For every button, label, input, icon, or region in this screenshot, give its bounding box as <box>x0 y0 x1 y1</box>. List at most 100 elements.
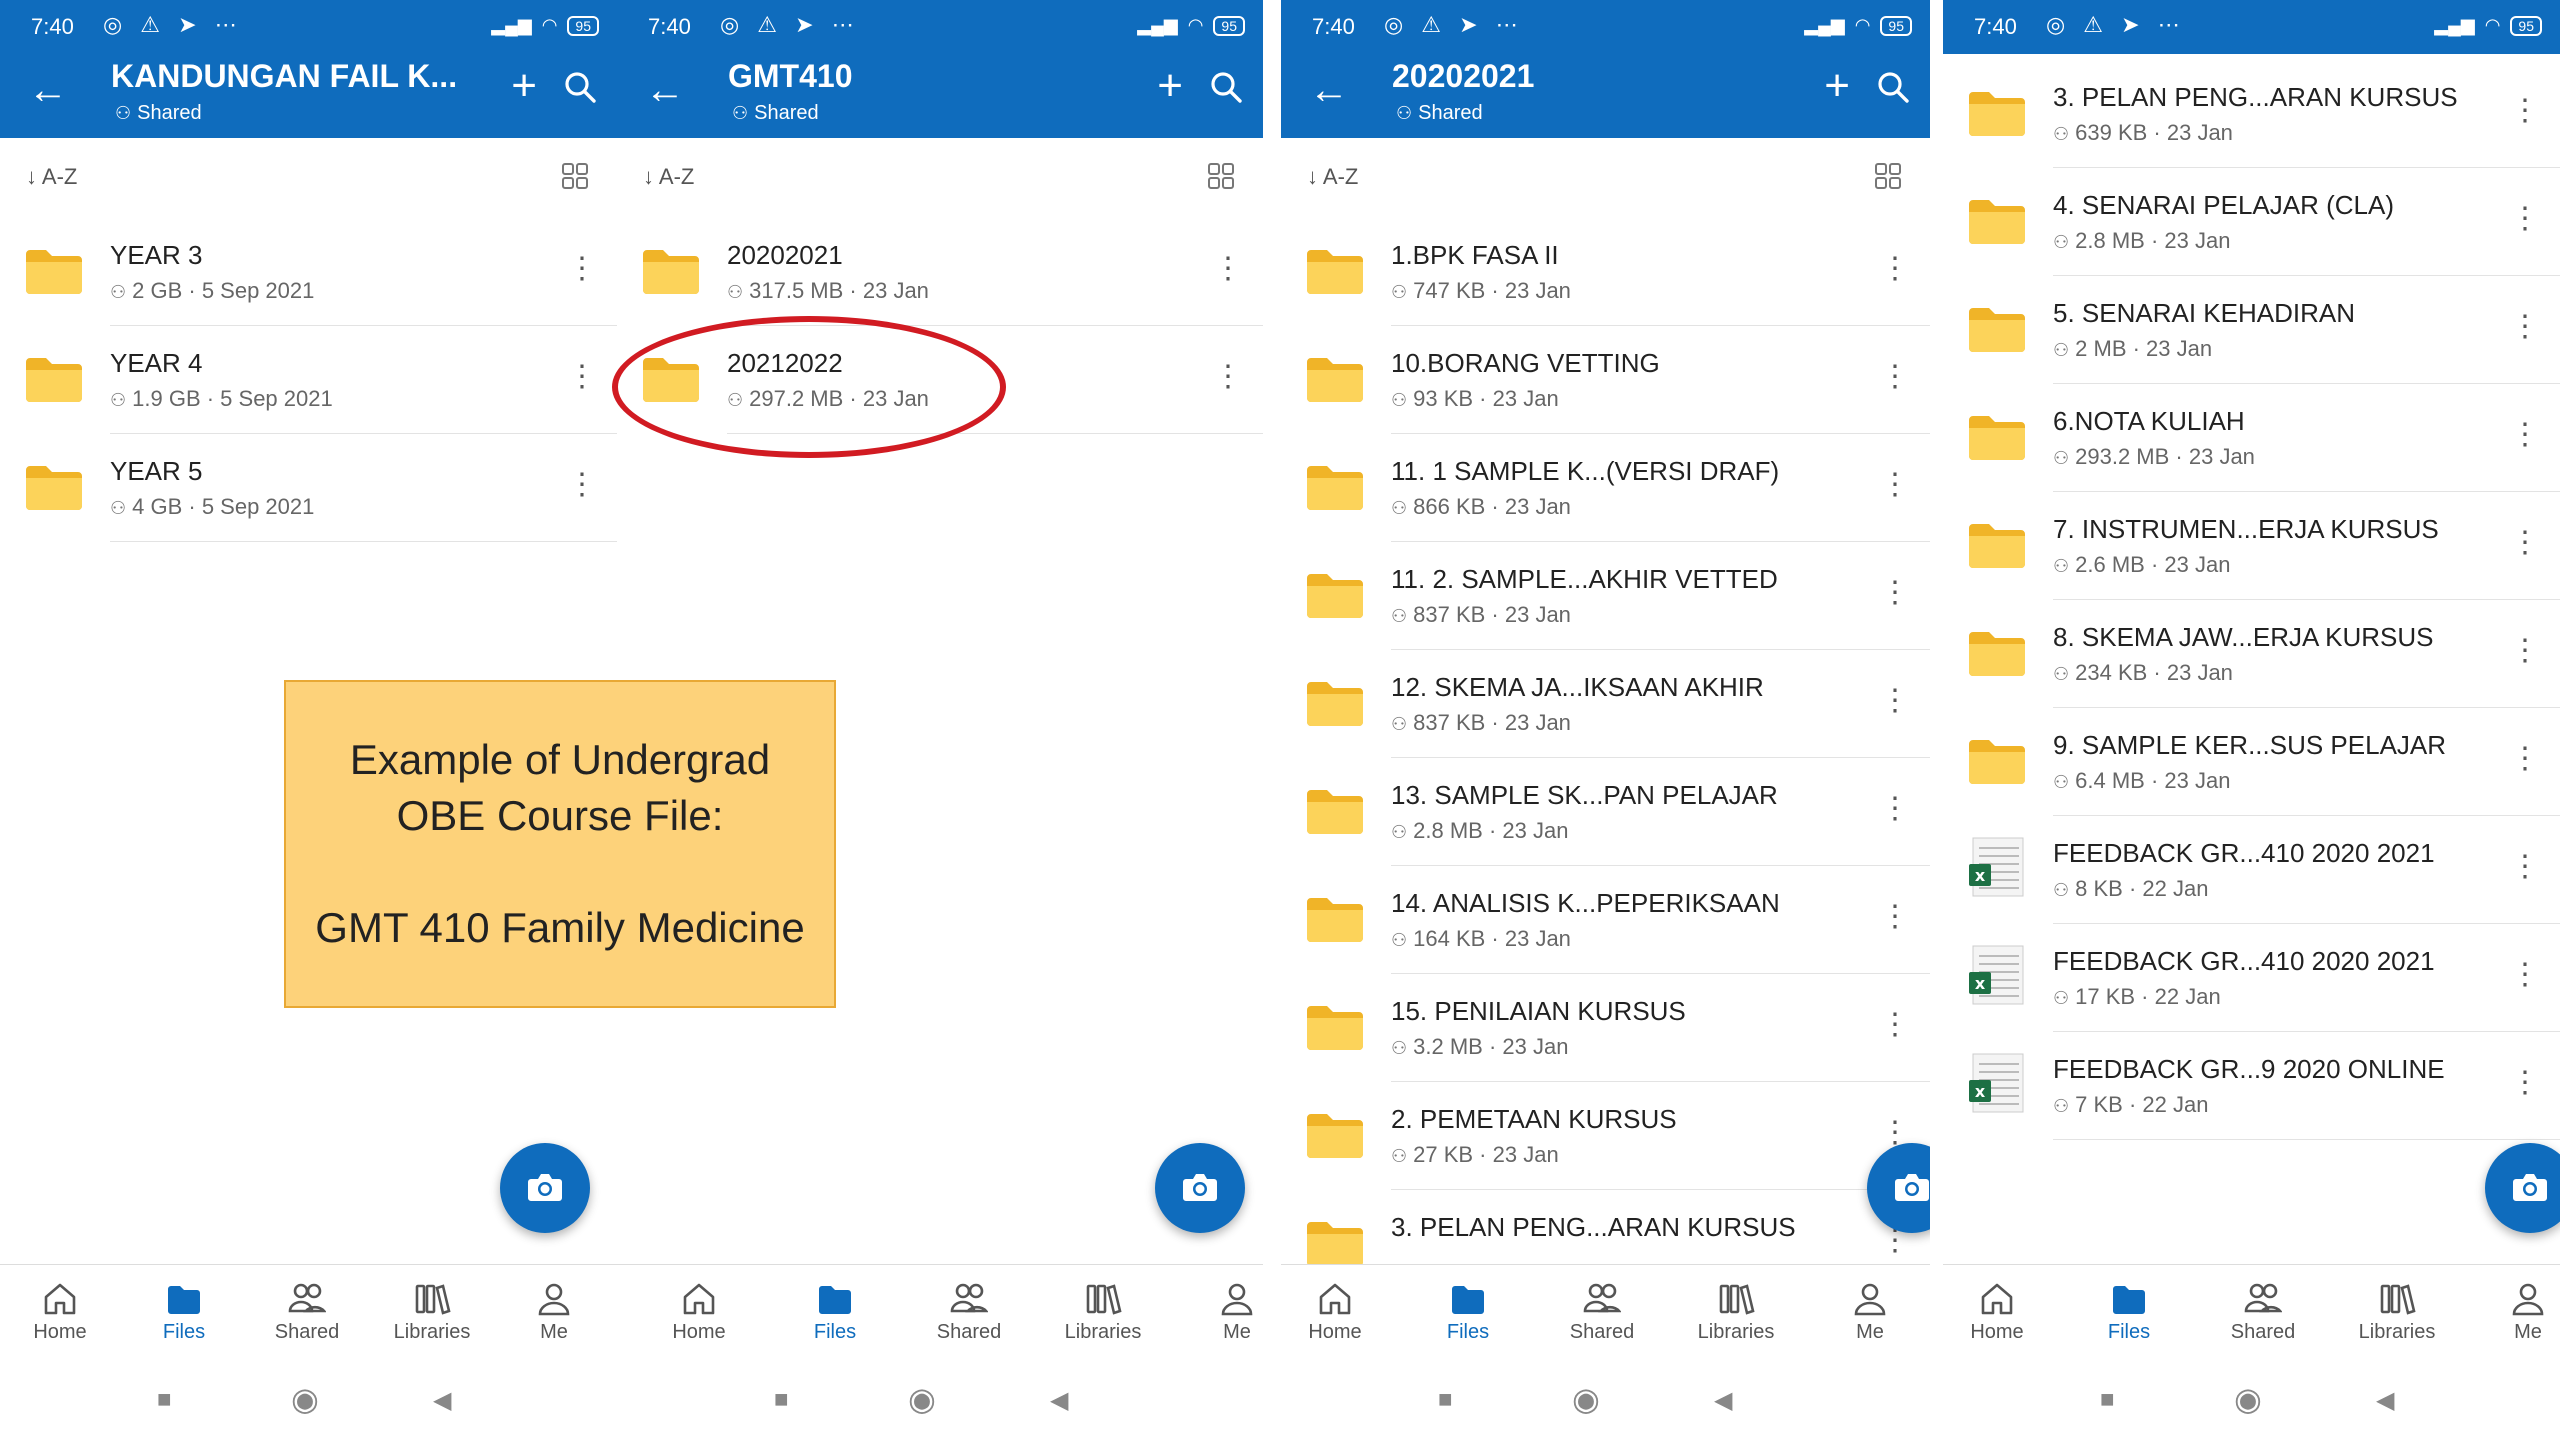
list-item[interactable]: x FEEDBACK GR...9 2020 ONLINE ⚇ 7 KB · 22 J… <box>1943 1032 2560 1140</box>
more-options-icon[interactable]: ⋮ <box>1213 362 1243 392</box>
more-options-icon[interactable]: ⋮ <box>1880 794 1910 824</box>
list-item[interactable]: 20202021 ⚇ 317.5 MB · 23 Jan ⋮ <box>617 218 1263 326</box>
list-item[interactable]: 12. SKEMA JA...IKSAAN AKHIR ⚇ 837 KB · 23 … <box>1281 650 1930 758</box>
list-item[interactable]: x FEEDBACK GR...410 2020 2021 ⚇ 17 KB · 22 … <box>1943 924 2560 1032</box>
people-icon: ⚇ <box>727 282 744 302</box>
home-circle-icon[interactable]: ◉ <box>1572 1380 1600 1418</box>
nav-files[interactable]: Files <box>2069 1281 2189 1344</box>
list-item[interactable]: 4. SENARAI PELAJAR (CLA) ⚇ 2.8 MB · 23 Jan… <box>1943 168 2560 276</box>
nav-files[interactable]: Files <box>775 1281 895 1344</box>
more-options-icon[interactable]: ⋮ <box>2510 96 2540 126</box>
more-options-icon[interactable]: ⋮ <box>2510 420 2540 450</box>
sort-button[interactable]: ↓ A-Z <box>26 164 77 190</box>
nav-libraries[interactable]: Libraries <box>372 1281 492 1344</box>
grid-view-icon[interactable] <box>1207 162 1235 190</box>
recents-square-icon[interactable]: ■ <box>157 1386 172 1414</box>
list-item[interactable]: 6.NOTA KULIAH ⚇ 293.2 MB · 23 Jan ⋮ <box>1943 384 2560 492</box>
recents-square-icon[interactable]: ■ <box>2100 1386 2115 1414</box>
item-details: 7 KB · 22 Jan <box>2075 1092 2209 1117</box>
back-triangle-icon[interactable]: ◀ <box>1050 1386 1068 1415</box>
home-circle-icon[interactable]: ◉ <box>908 1380 936 1418</box>
nav-home[interactable]: Home <box>639 1281 759 1344</box>
more-options-icon[interactable]: ⋮ <box>2510 960 2540 990</box>
more-options-icon[interactable]: ⋮ <box>1880 1010 1910 1040</box>
nav-me[interactable]: Me <box>494 1281 614 1344</box>
grid-view-icon[interactable] <box>561 162 589 190</box>
nav-shared[interactable]: Shared <box>1542 1281 1662 1344</box>
more-options-icon[interactable]: ⋮ <box>2510 744 2540 774</box>
nav-home[interactable]: Home <box>0 1281 120 1344</box>
back-arrow-icon[interactable]: ← <box>28 70 68 110</box>
camera-button[interactable] <box>500 1143 590 1233</box>
list-item[interactable]: 14. ANALISIS K...PEPERIKSAAN ⚇ 164 KB · 23… <box>1281 866 1930 974</box>
nav-libraries[interactable]: Libraries <box>2337 1281 2457 1344</box>
list-item[interactable]: YEAR 4 ⚇ 1.9 GB · 5 Sep 2021 ⋮ <box>0 326 617 434</box>
nav-home[interactable]: Home <box>1281 1281 1395 1344</box>
more-options-icon[interactable]: ⋮ <box>2510 636 2540 666</box>
nav-libraries[interactable]: Libraries <box>1676 1281 1796 1344</box>
sort-button[interactable]: ↓ A-Z <box>643 164 694 190</box>
nav-shared[interactable]: Shared <box>909 1281 1029 1344</box>
home-circle-icon[interactable]: ◉ <box>291 1380 319 1418</box>
add-icon[interactable]: + <box>511 64 537 108</box>
list-item[interactable]: 15. PENILAIAN KURSUS ⚇ 3.2 MB · 23 Jan ⋮ <box>1281 974 1930 1082</box>
list-item[interactable]: 7. INSTRUMEN...ERJA KURSUS ⚇ 2.6 MB · 23 J… <box>1943 492 2560 600</box>
back-triangle-icon[interactable]: ◀ <box>1714 1386 1732 1415</box>
sort-button[interactable]: ↓ A-Z <box>1307 164 1358 190</box>
home-circle-icon[interactable]: ◉ <box>2234 1380 2262 1418</box>
list-item[interactable]: x FEEDBACK GR...410 2020 2021 ⚇ 8 KB · 22 J… <box>1943 816 2560 924</box>
grid-view-icon[interactable] <box>1874 162 1902 190</box>
list-item[interactable]: 11. 2. SAMPLE...AKHIR VETTED ⚇ 837 KB · 23… <box>1281 542 1930 650</box>
more-options-icon[interactable]: ⋮ <box>1880 686 1910 716</box>
more-options-icon[interactable]: ⋮ <box>2510 1068 2540 1098</box>
more-options-icon[interactable]: ⋮ <box>2510 312 2540 342</box>
nav-me[interactable]: Me <box>1810 1281 1930 1344</box>
more-options-icon[interactable]: ⋮ <box>1213 254 1243 284</box>
more-options-icon[interactable]: ⋮ <box>567 254 597 284</box>
back-arrow-icon[interactable]: ← <box>1309 70 1349 110</box>
more-options-icon[interactable]: ⋮ <box>1880 254 1910 284</box>
more-options-icon[interactable]: ⋮ <box>567 470 597 500</box>
list-item[interactable]: 11. 1 SAMPLE K...(VERSI DRAF) ⚇ 866 KB · 2… <box>1281 434 1930 542</box>
list-item[interactable]: 13. SAMPLE SK...PAN PELAJAR ⚇ 2.8 MB · 23 … <box>1281 758 1930 866</box>
nav-libraries[interactable]: Libraries <box>1043 1281 1163 1344</box>
nav-home[interactable]: Home <box>1943 1281 2057 1344</box>
back-arrow-icon[interactable]: ← <box>645 70 685 110</box>
more-options-icon[interactable]: ⋮ <box>567 362 597 392</box>
more-options-icon[interactable]: ⋮ <box>2510 528 2540 558</box>
list-item[interactable]: 8. SKEMA JAW...ERJA KURSUS ⚇ 234 KB · 23 J… <box>1943 600 2560 708</box>
list-item[interactable]: 3. PELAN PENG...ARAN KURSUS ⚇ 639 KB · 23 … <box>1943 60 2560 168</box>
recents-square-icon[interactable]: ■ <box>774 1386 789 1414</box>
nav-files[interactable]: Files <box>124 1281 244 1344</box>
nav-shared[interactable]: Shared <box>2203 1281 2323 1344</box>
nav-shared[interactable]: Shared <box>247 1281 367 1344</box>
list-item[interactable]: YEAR 5 ⚇ 4 GB · 5 Sep 2021 ⋮ <box>0 434 617 542</box>
back-triangle-icon[interactable]: ◀ <box>433 1386 451 1415</box>
more-options-icon[interactable]: ⋮ <box>1880 578 1910 608</box>
more-options-icon[interactable]: ⋮ <box>2510 852 2540 882</box>
add-icon[interactable]: + <box>1157 64 1183 108</box>
list-item[interactable]: 2. PEMETAAN KURSUS ⚇ 27 KB · 23 Jan ⋮ <box>1281 1082 1930 1190</box>
camera-button[interactable] <box>2485 1143 2560 1233</box>
more-options-icon[interactable]: ⋮ <box>2510 204 2540 234</box>
list-item[interactable]: 5. SENARAI KEHADIRAN ⚇ 2 MB · 23 Jan ⋮ <box>1943 276 2560 384</box>
more-options-icon[interactable]: ⋮ <box>1880 470 1910 500</box>
recents-square-icon[interactable]: ■ <box>1438 1386 1453 1414</box>
back-triangle-icon[interactable]: ◀ <box>2376 1386 2394 1415</box>
list-item[interactable]: 10.BORANG VETTING ⚇ 93 KB · 23 Jan ⋮ <box>1281 326 1930 434</box>
nav-me[interactable]: Me <box>1177 1281 1263 1344</box>
more-options-icon[interactable]: ⋮ <box>1880 362 1910 392</box>
more-options-icon[interactable]: ⋮ <box>1880 902 1910 932</box>
search-icon[interactable] <box>1876 70 1910 104</box>
nav-me[interactable]: Me <box>2468 1281 2560 1344</box>
list-item[interactable]: 9. SAMPLE KER...SUS PELAJAR ⚇ 6.4 MB · 23 … <box>1943 708 2560 816</box>
add-icon[interactable]: + <box>1824 64 1850 108</box>
list-item[interactable]: 1.BPK FASA II ⚇ 747 KB · 23 Jan ⋮ <box>1281 218 1930 326</box>
camera-button[interactable] <box>1155 1143 1245 1233</box>
nav-files[interactable]: Files <box>1408 1281 1528 1344</box>
search-icon[interactable] <box>1209 70 1243 104</box>
libraries-icon <box>372 1281 492 1317</box>
search-icon[interactable] <box>563 70 597 104</box>
nav-home-label: Home <box>33 1321 87 1343</box>
list-item[interactable]: YEAR 3 ⚇ 2 GB · 5 Sep 2021 ⋮ <box>0 218 617 326</box>
